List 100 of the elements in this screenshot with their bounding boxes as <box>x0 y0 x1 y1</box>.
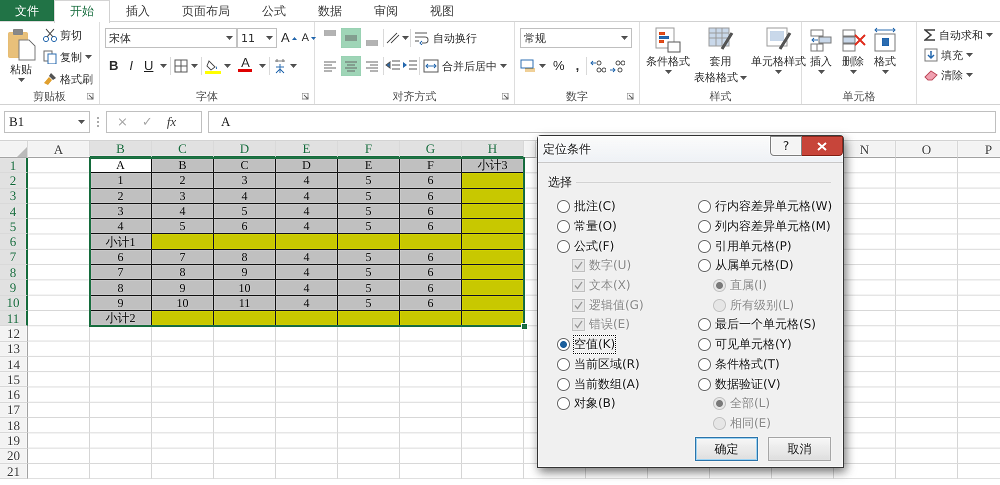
option-label[interactable]: 可见单元格(Y) <box>715 336 792 354</box>
table-cell[interactable]: 1 <box>90 173 152 189</box>
radio-button[interactable] <box>698 318 711 332</box>
radio-button[interactable] <box>698 220 711 234</box>
row-header[interactable]: 17 <box>0 402 28 418</box>
text-orientation-icon[interactable] <box>385 31 401 45</box>
table-cell[interactable]: A <box>90 158 152 174</box>
caret-icon[interactable] <box>500 64 507 68</box>
table-cell[interactable]: 6 <box>400 250 462 266</box>
row-header[interactable]: 19 <box>0 433 28 449</box>
table-cell[interactable]: 5 <box>338 265 400 280</box>
table-cell[interactable]: 7 <box>90 265 152 280</box>
shrink-font-button[interactable]: A <box>300 28 318 48</box>
table-cell[interactable]: 5 <box>152 219 214 234</box>
option-label[interactable]: 列内容差异单元格(M) <box>715 218 831 236</box>
conditional-format-icon[interactable] <box>655 27 681 53</box>
row-header[interactable]: 14 <box>0 356 28 372</box>
cell-styles-button[interactable]: 单元格样式 <box>750 25 807 88</box>
caret-icon[interactable] <box>160 64 168 68</box>
percent-button[interactable]: % <box>549 56 569 76</box>
caret-icon[interactable] <box>621 36 628 40</box>
row-header[interactable]: 1 <box>0 158 28 174</box>
fill-down-icon[interactable] <box>924 48 938 62</box>
table-cell[interactable]: 小计1 <box>90 234 152 250</box>
table-cell[interactable]: 4 <box>276 204 338 220</box>
caret-icon[interactable] <box>882 70 888 74</box>
table-cell[interactable]: 9 <box>152 280 214 296</box>
caret-icon[interactable] <box>775 70 782 74</box>
caret-icon[interactable] <box>78 120 85 124</box>
table-cell[interactable]: 4 <box>90 219 152 234</box>
table-cell[interactable]: 9 <box>90 296 152 311</box>
filled-cell[interactable] <box>462 219 524 234</box>
column-width-icon[interactable] <box>872 27 898 53</box>
table-cell[interactable]: 8 <box>214 250 276 266</box>
radio-button[interactable] <box>557 200 570 214</box>
table-cell[interactable]: 5 <box>338 219 400 234</box>
dialog-launcher-icon[interactable] <box>302 93 309 100</box>
radio-button[interactable] <box>557 358 570 371</box>
radio-button[interactable] <box>557 338 570 352</box>
caret-icon[interactable] <box>290 64 298 68</box>
table-cell[interactable]: 4 <box>276 265 338 280</box>
table-cell[interactable]: 6 <box>400 280 462 296</box>
caret-icon[interactable] <box>85 55 92 59</box>
option-label[interactable]: 空值(K) <box>574 336 616 354</box>
filled-cell[interactable] <box>338 234 400 250</box>
row-header[interactable]: 10 <box>0 296 28 311</box>
option-label[interactable]: 当前数组(A) <box>574 376 640 393</box>
table-cell[interactable]: 4 <box>214 188 276 204</box>
copy-icon[interactable] <box>43 50 57 64</box>
option-label[interactable]: 数据验证(V) <box>715 376 781 393</box>
increase-decimal-icon[interactable] <box>590 59 606 73</box>
column-header[interactable]: F <box>338 141 400 158</box>
help-button[interactable]: ? <box>770 136 802 156</box>
filled-cell[interactable] <box>462 234 524 250</box>
format-painter-button[interactable]: 格式刷 <box>41 69 95 89</box>
table-cell[interactable]: 6 <box>214 219 276 234</box>
radio-button[interactable] <box>698 200 711 214</box>
table-cell[interactable]: 8 <box>152 265 214 280</box>
formula-field[interactable]: A <box>208 111 996 133</box>
caret-icon[interactable] <box>226 36 233 40</box>
caret-icon[interactable] <box>740 76 747 80</box>
row-header[interactable]: 7 <box>0 250 28 266</box>
table-cell[interactable]: 6 <box>400 219 462 234</box>
table-cell[interactable]: 5 <box>338 280 400 296</box>
borders-icon[interactable] <box>174 59 188 73</box>
row-header[interactable]: 13 <box>0 342 28 357</box>
horizontal-align-icon[interactable] <box>365 59 379 73</box>
table-cell[interactable]: 5 <box>338 250 400 266</box>
filled-cell[interactable] <box>214 234 276 250</box>
radio-button[interactable] <box>698 338 711 352</box>
table-cell[interactable]: 7 <box>152 250 214 266</box>
table-cell[interactable]: 5 <box>338 173 400 189</box>
column-header[interactable]: G <box>400 141 462 158</box>
column-header[interactable]: D <box>214 141 276 158</box>
table-cell[interactable]: 5 <box>338 296 400 311</box>
table-cell[interactable]: 8 <box>90 280 152 296</box>
caret-icon[interactable] <box>259 64 266 68</box>
table-cell[interactable]: 6 <box>400 296 462 311</box>
table-cell[interactable]: 4 <box>276 280 338 296</box>
table-cell[interactable]: 11 <box>214 296 276 311</box>
table-cell[interactable]: 小计3 <box>462 158 524 174</box>
horizontal-align-icon[interactable] <box>323 59 337 73</box>
grow-font-button[interactable]: A <box>280 28 298 48</box>
table-cell[interactable]: 6 <box>400 265 462 280</box>
dialog-launcher-icon[interactable] <box>627 93 634 100</box>
clipboard-icon[interactable] <box>6 27 36 61</box>
table-cell[interactable]: 5 <box>338 204 400 220</box>
table-cell[interactable]: D <box>276 158 338 174</box>
font-size-field[interactable]: 11 <box>237 28 277 48</box>
row-header[interactable]: 3 <box>0 188 28 204</box>
filled-cell[interactable] <box>462 250 524 266</box>
column-header[interactable]: A <box>28 141 90 158</box>
underline-button[interactable]: U <box>140 56 158 76</box>
table-cell[interactable]: 4 <box>276 188 338 204</box>
caret-icon[interactable] <box>818 70 824 74</box>
dialog-launcher-icon[interactable] <box>87 93 94 100</box>
table-cell[interactable]: F <box>400 158 462 174</box>
table-cell[interactable]: 4 <box>276 219 338 234</box>
row-header[interactable]: 21 <box>0 464 28 480</box>
format-as-table-button[interactable]: 套用 表格格式 <box>693 25 748 88</box>
